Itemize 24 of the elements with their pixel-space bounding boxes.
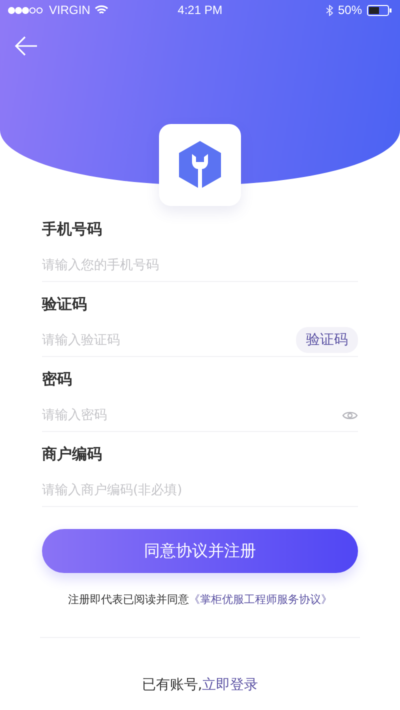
back-arrow-icon[interactable]: [14, 36, 38, 56]
wrench-icon: [178, 140, 222, 190]
agreement-text: 注册即代表已阅读并同意《掌柜优服工程师服务协议》: [67, 592, 333, 607]
login-link[interactable]: 立即登录: [202, 677, 258, 693]
input-field[interactable]: 请输入商户编码(非必填): [42, 478, 358, 502]
input-field[interactable]: 请输入验证码: [42, 328, 296, 352]
bluetooth-icon: [326, 4, 333, 16]
login-prompt: 已有账号,立即登录: [140, 676, 260, 694]
field-label: 验证码: [42, 295, 88, 314]
field-label: 商户编码: [42, 445, 103, 464]
agreement-link[interactable]: 《掌柜优服工程师服务协议》: [189, 593, 332, 606]
battery-icon: [367, 4, 392, 16]
signal-icon: [8, 6, 44, 14]
get-code-button[interactable]: 验证码: [296, 327, 358, 353]
wifi-icon: [95, 5, 108, 15]
field-label: 手机号码: [42, 220, 103, 239]
eye-icon[interactable]: [342, 410, 358, 420]
register-button[interactable]: 同意协议并注册: [42, 529, 358, 573]
carrier-name: VIRGIN: [49, 3, 90, 17]
clock-time: 4:21 PM: [178, 3, 222, 17]
field-label: 密码: [42, 370, 73, 389]
input-field[interactable]: 请输入密码: [42, 403, 342, 427]
input-field[interactable]: 请输入您的手机号码: [42, 253, 358, 277]
battery-percent: 50%: [338, 3, 362, 17]
